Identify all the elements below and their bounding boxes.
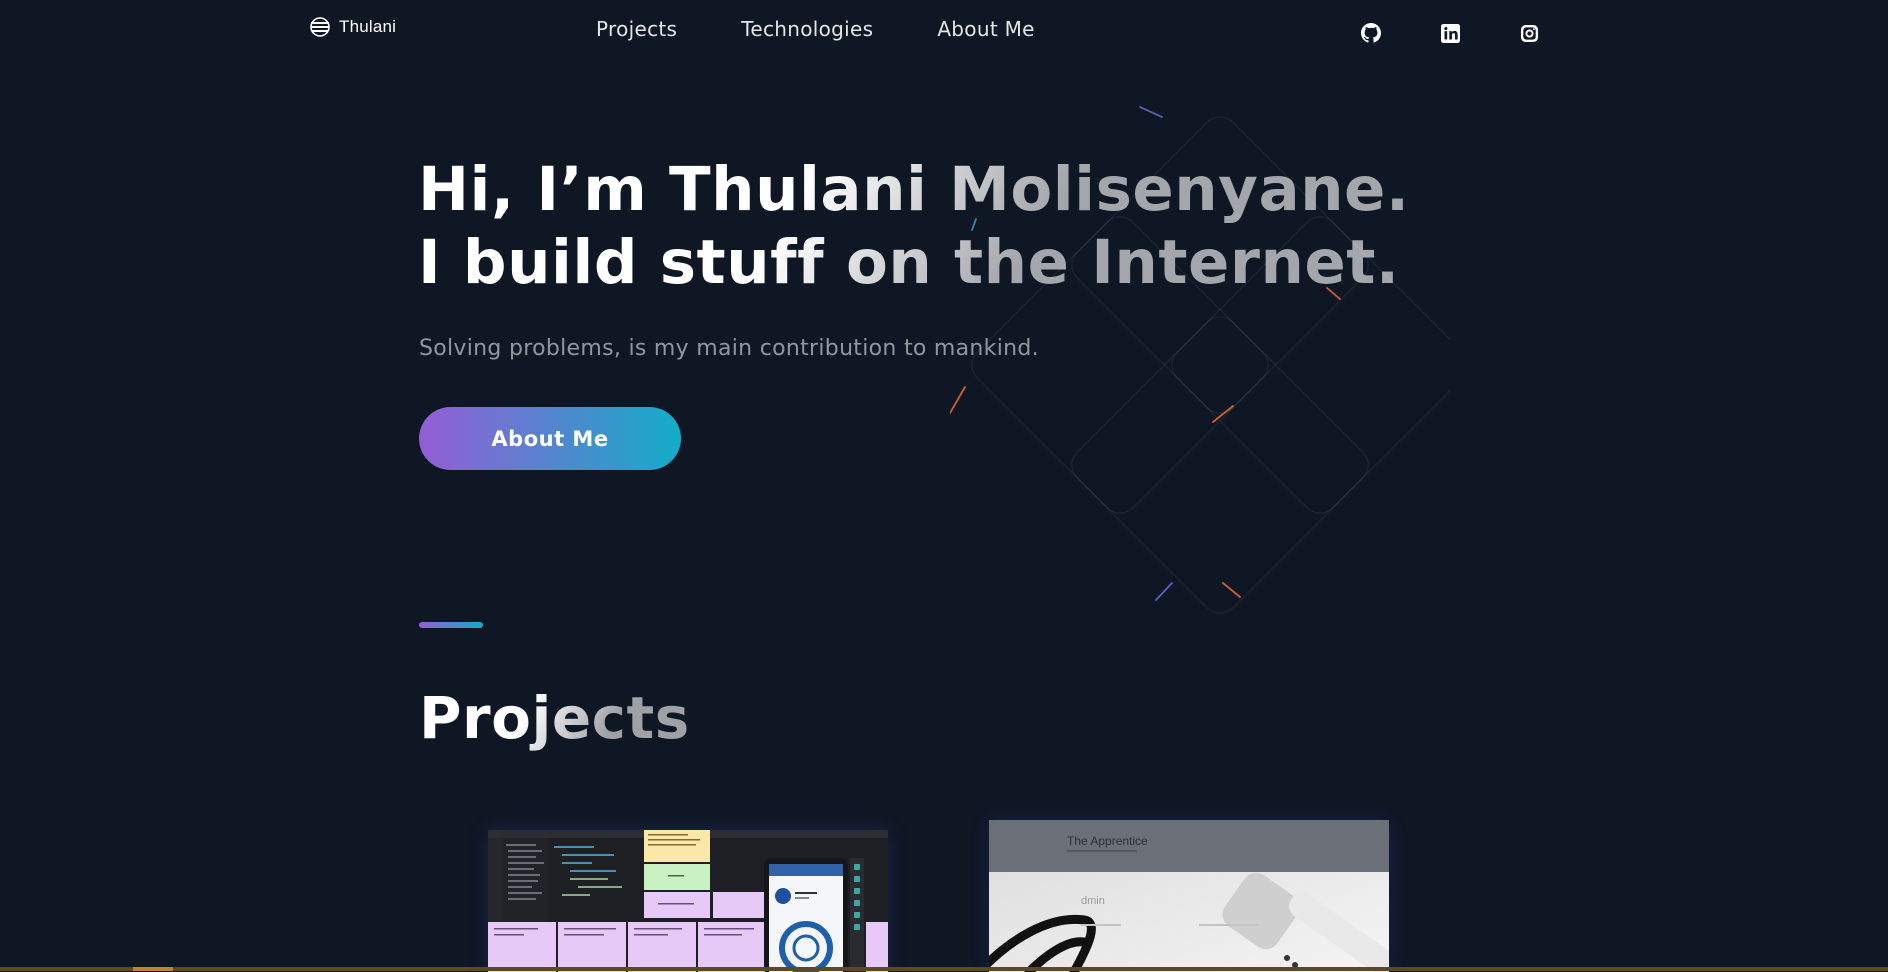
hero-subtitle: Solving problems, is my main contributio… [419, 336, 1039, 361]
bottom-strip-accent [133, 967, 173, 971]
instagram-icon[interactable] [1518, 22, 1540, 44]
apprentice-caption: The Apprentice [1067, 834, 1148, 848]
social-links [1360, 22, 1540, 44]
nav-about-me[interactable]: About Me [937, 17, 1034, 41]
nav-technologies[interactable]: Technologies [741, 17, 873, 41]
bottom-strip [0, 967, 1888, 971]
hero-title-line-1: Hi, I’m Thulani Molisenyane. [418, 154, 1410, 225]
site-header: Thulani Projects Technologies About Me [0, 0, 1888, 62]
svg-text:dmin: dmin [1081, 895, 1105, 907]
project-image-2: The Apprentice dmin [989, 820, 1389, 972]
section-divider [419, 622, 483, 628]
nav-projects[interactable]: Projects [596, 17, 677, 41]
github-icon[interactable] [1360, 22, 1382, 44]
hero-title-line-2: I build stuff on the Internet. [418, 227, 1400, 298]
project-image-1 [488, 830, 888, 972]
about-me-button[interactable]: About Me [419, 407, 681, 470]
project-card-2[interactable]: The Apprentice dmin [989, 820, 1389, 972]
hero-title: Hi, I’m Thulani Molisenyane. I build stu… [418, 153, 1410, 299]
logo-text: Thulani [339, 17, 397, 36]
main-nav: Projects Technologies About Me [596, 17, 1035, 41]
project-card-1[interactable] [488, 830, 888, 972]
logo-link[interactable]: Thulani [309, 14, 396, 40]
projects-section-title: Projects [419, 684, 690, 752]
linkedin-icon[interactable] [1439, 22, 1461, 44]
globe-logo-icon [309, 16, 331, 38]
